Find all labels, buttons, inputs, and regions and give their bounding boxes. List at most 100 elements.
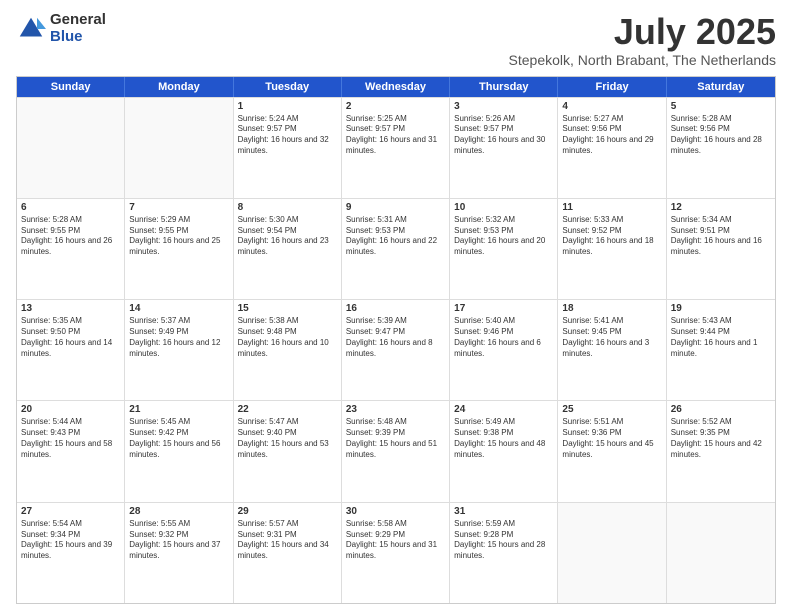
day-number: 5 xyxy=(671,101,771,112)
logo: General Blue xyxy=(16,12,106,45)
title-location: Stepekolk, North Brabant, The Netherland… xyxy=(509,52,776,68)
page: General Blue July 2025 Stepekolk, North … xyxy=(0,0,792,612)
calendar-cell: 1Sunrise: 5:24 AM Sunset: 9:57 PM Daylig… xyxy=(234,98,342,198)
calendar-cell: 13 Sunrise: 5:35 AM Sunset: 9:50 PM Dayli… xyxy=(17,300,125,400)
calendar-row: 1Sunrise: 5:24 AM Sunset: 9:57 PM Daylig… xyxy=(17,97,775,198)
calendar-cell: 26 Sunrise: 5:52 AM Sunset: 9:35 PM Dayli… xyxy=(667,401,775,501)
cell-text: Sunrise: 5:27 AM Sunset: 9:56 PM Dayligh… xyxy=(562,114,661,157)
title-month: July 2025 xyxy=(509,12,776,52)
day-number: 27 xyxy=(21,506,120,517)
cell-text: Sunrise: 5:51 AM Sunset: 9:36 PM Dayligh… xyxy=(562,417,661,460)
calendar-cell xyxy=(667,503,775,603)
logo-general: General xyxy=(50,12,106,29)
calendar-cell xyxy=(558,503,666,603)
calendar-header-cell: Wednesday xyxy=(342,77,450,97)
calendar-row: 13 Sunrise: 5:35 AM Sunset: 9:50 PM Dayli… xyxy=(17,299,775,400)
calendar-cell: 11Sunrise: 5:33 AM Sunset: 9:52 PM Dayli… xyxy=(558,199,666,299)
calendar-header-cell: Monday xyxy=(125,77,233,97)
cell-text: Sunrise: 5:31 AM Sunset: 9:53 PM Dayligh… xyxy=(346,215,445,258)
calendar-cell xyxy=(17,98,125,198)
day-number: 8 xyxy=(238,202,337,213)
calendar-header-cell: Saturday xyxy=(667,77,775,97)
cell-text: Sunrise: 5:28 AM Sunset: 9:56 PM Dayligh… xyxy=(671,114,771,157)
calendar-cell: 27 Sunrise: 5:54 AM Sunset: 9:34 PM Dayli… xyxy=(17,503,125,603)
calendar-cell xyxy=(125,98,233,198)
header: General Blue July 2025 Stepekolk, North … xyxy=(16,12,776,68)
day-number: 22 xyxy=(238,404,337,415)
day-number: 18 xyxy=(562,303,661,314)
calendar-cell: 17 Sunrise: 5:40 AM Sunset: 9:46 PM Dayli… xyxy=(450,300,558,400)
day-number: 21 xyxy=(129,404,228,415)
day-number: 13 xyxy=(21,303,120,314)
calendar-cell: 25Sunrise: 5:51 AM Sunset: 9:36 PM Dayli… xyxy=(558,401,666,501)
day-number: 12 xyxy=(671,202,771,213)
cell-text: Sunrise: 5:58 AM Sunset: 9:29 PM Dayligh… xyxy=(346,519,445,562)
calendar-cell: 6 Sunrise: 5:28 AM Sunset: 9:55 PM Daylig… xyxy=(17,199,125,299)
day-number: 16 xyxy=(346,303,445,314)
calendar-cell: 7 Sunrise: 5:29 AM Sunset: 9:55 PM Daylig… xyxy=(125,199,233,299)
cell-text: Sunrise: 5:44 AM Sunset: 9:43 PM Dayligh… xyxy=(21,417,120,460)
day-number: 29 xyxy=(238,506,337,517)
calendar-cell: 12 Sunrise: 5:34 AM Sunset: 9:51 PM Dayli… xyxy=(667,199,775,299)
day-number: 14 xyxy=(129,303,228,314)
logo-blue: Blue xyxy=(50,29,106,46)
calendar-row: 27 Sunrise: 5:54 AM Sunset: 9:34 PM Dayli… xyxy=(17,502,775,603)
day-number: 9 xyxy=(346,202,445,213)
cell-text: Sunrise: 5:32 AM Sunset: 9:53 PM Dayligh… xyxy=(454,215,553,258)
calendar-cell: 31 Sunrise: 5:59 AM Sunset: 9:28 PM Dayli… xyxy=(450,503,558,603)
calendar-cell: 28 Sunrise: 5:55 AM Sunset: 9:32 PM Dayli… xyxy=(125,503,233,603)
day-number: 7 xyxy=(129,202,228,213)
cell-text: Sunrise: 5:43 AM Sunset: 9:44 PM Dayligh… xyxy=(671,316,771,359)
calendar-cell: 2 Sunrise: 5:25 AM Sunset: 9:57 PM Daylig… xyxy=(342,98,450,198)
calendar-cell: 24Sunrise: 5:49 AM Sunset: 9:38 PM Dayli… xyxy=(450,401,558,501)
cell-text: Sunrise: 5:34 AM Sunset: 9:51 PM Dayligh… xyxy=(671,215,771,258)
day-number: 15 xyxy=(238,303,337,314)
cell-text: Sunrise: 5:26 AM Sunset: 9:57 PM Dayligh… xyxy=(454,114,553,157)
calendar-cell: 14 Sunrise: 5:37 AM Sunset: 9:49 PM Dayli… xyxy=(125,300,233,400)
calendar-header: SundayMondayTuesdayWednesdayThursdayFrid… xyxy=(17,77,775,97)
cell-text: Sunrise: 5:40 AM Sunset: 9:46 PM Dayligh… xyxy=(454,316,553,359)
cell-text: Sunrise: 5:45 AM Sunset: 9:42 PM Dayligh… xyxy=(129,417,228,460)
calendar: SundayMondayTuesdayWednesdayThursdayFrid… xyxy=(16,76,776,604)
day-number: 30 xyxy=(346,506,445,517)
cell-text: Sunrise: 5:29 AM Sunset: 9:55 PM Dayligh… xyxy=(129,215,228,258)
cell-text: Sunrise: 5:54 AM Sunset: 9:34 PM Dayligh… xyxy=(21,519,120,562)
day-number: 23 xyxy=(346,404,445,415)
calendar-cell: 3Sunrise: 5:26 AM Sunset: 9:57 PM Daylig… xyxy=(450,98,558,198)
calendar-cell: 20 Sunrise: 5:44 AM Sunset: 9:43 PM Dayli… xyxy=(17,401,125,501)
day-number: 20 xyxy=(21,404,120,415)
day-number: 17 xyxy=(454,303,553,314)
logo-icon xyxy=(16,14,46,44)
cell-text: Sunrise: 5:37 AM Sunset: 9:49 PM Dayligh… xyxy=(129,316,228,359)
cell-text: Sunrise: 5:57 AM Sunset: 9:31 PM Dayligh… xyxy=(238,519,337,562)
cell-text: Sunrise: 5:48 AM Sunset: 9:39 PM Dayligh… xyxy=(346,417,445,460)
cell-text: Sunrise: 5:52 AM Sunset: 9:35 PM Dayligh… xyxy=(671,417,771,460)
calendar-header-cell: Thursday xyxy=(450,77,558,97)
day-number: 26 xyxy=(671,404,771,415)
cell-text: Sunrise: 5:35 AM Sunset: 9:50 PM Dayligh… xyxy=(21,316,120,359)
cell-text: Sunrise: 5:25 AM Sunset: 9:57 PM Dayligh… xyxy=(346,114,445,157)
calendar-cell: 5 Sunrise: 5:28 AM Sunset: 9:56 PM Daylig… xyxy=(667,98,775,198)
day-number: 19 xyxy=(671,303,771,314)
calendar-cell: 30 Sunrise: 5:58 AM Sunset: 9:29 PM Dayli… xyxy=(342,503,450,603)
day-number: 6 xyxy=(21,202,120,213)
cell-text: Sunrise: 5:55 AM Sunset: 9:32 PM Dayligh… xyxy=(129,519,228,562)
calendar-cell: 4Sunrise: 5:27 AM Sunset: 9:56 PM Daylig… xyxy=(558,98,666,198)
calendar-cell: 23 Sunrise: 5:48 AM Sunset: 9:39 PM Dayli… xyxy=(342,401,450,501)
cell-text: Sunrise: 5:59 AM Sunset: 9:28 PM Dayligh… xyxy=(454,519,553,562)
day-number: 1 xyxy=(238,101,337,112)
day-number: 28 xyxy=(129,506,228,517)
calendar-row: 20 Sunrise: 5:44 AM Sunset: 9:43 PM Dayli… xyxy=(17,400,775,501)
day-number: 2 xyxy=(346,101,445,112)
calendar-header-cell: Sunday xyxy=(17,77,125,97)
calendar-cell: 22Sunrise: 5:47 AM Sunset: 9:40 PM Dayli… xyxy=(234,401,342,501)
calendar-cell: 19 Sunrise: 5:43 AM Sunset: 9:44 PM Dayli… xyxy=(667,300,775,400)
calendar-cell: 29 Sunrise: 5:57 AM Sunset: 9:31 PM Dayli… xyxy=(234,503,342,603)
calendar-header-cell: Friday xyxy=(558,77,666,97)
cell-text: Sunrise: 5:28 AM Sunset: 9:55 PM Dayligh… xyxy=(21,215,120,258)
cell-text: Sunrise: 5:38 AM Sunset: 9:48 PM Dayligh… xyxy=(238,316,337,359)
calendar-cell: 15 Sunrise: 5:38 AM Sunset: 9:48 PM Dayli… xyxy=(234,300,342,400)
day-number: 31 xyxy=(454,506,553,517)
calendar-cell: 9 Sunrise: 5:31 AM Sunset: 9:53 PM Daylig… xyxy=(342,199,450,299)
calendar-cell: 21 Sunrise: 5:45 AM Sunset: 9:42 PM Dayli… xyxy=(125,401,233,501)
